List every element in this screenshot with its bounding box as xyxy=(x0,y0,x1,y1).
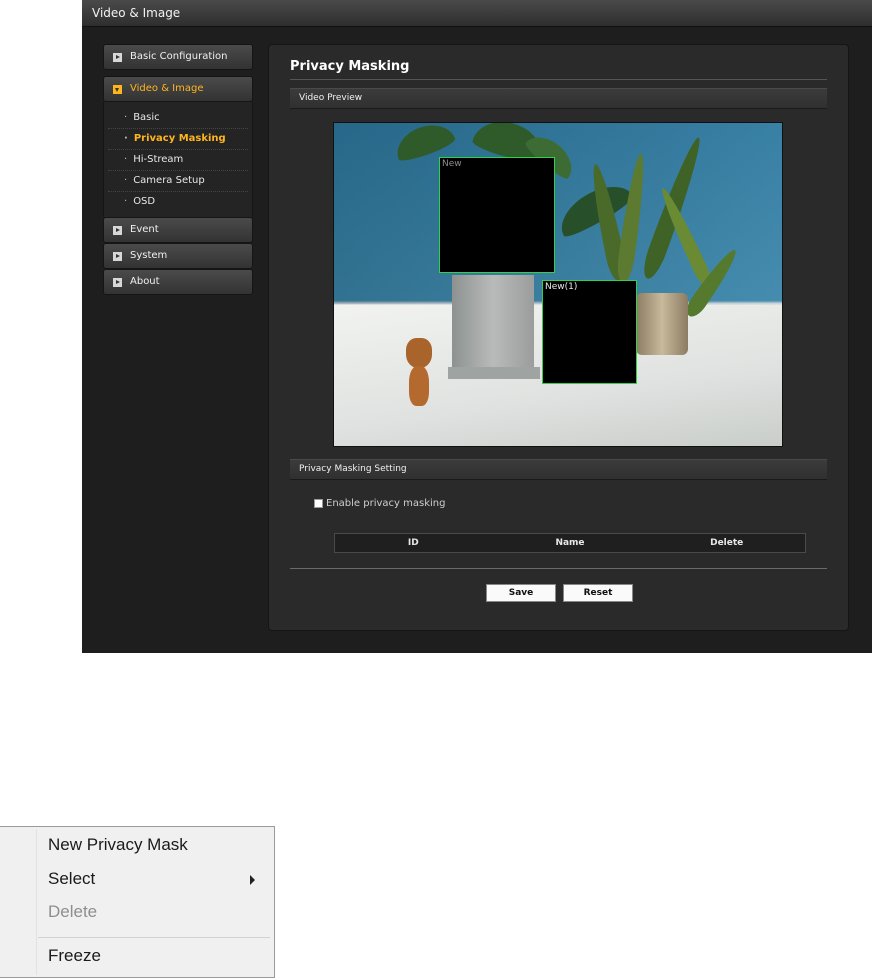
expand-icon xyxy=(113,278,122,287)
enable-privacy-masking-checkbox[interactable] xyxy=(314,499,323,508)
divider xyxy=(290,79,827,80)
subnav-privacy-masking[interactable]: · Privacy Masking xyxy=(108,129,248,150)
menu-item-select[interactable]: Select xyxy=(48,869,95,889)
plant-pot xyxy=(452,275,534,373)
mask-label: New(1) xyxy=(545,282,578,292)
column-header-name: Name xyxy=(555,538,585,548)
nav-event[interactable]: Event xyxy=(103,217,253,243)
video-preview[interactable]: New New(1) xyxy=(333,122,783,447)
nav-label: System xyxy=(130,250,168,261)
privacy-mask-region[interactable]: New xyxy=(439,157,555,273)
title-bar: Video & Image xyxy=(82,0,872,27)
menu-item-new-privacy-mask[interactable]: New Privacy Mask xyxy=(48,835,188,855)
mask-list-table: ID Name Delete xyxy=(334,533,806,553)
menu-item-delete: Delete xyxy=(48,902,98,921)
subnav-osd[interactable]: · OSD xyxy=(108,192,248,213)
enable-privacy-masking-row: Enable privacy masking xyxy=(314,498,445,509)
video-image-submenu: · Basic · Privacy Masking · Hi-Stream · Came… xyxy=(103,102,253,217)
privacy-masking-setting-header: Privacy Masking Setting xyxy=(290,459,827,480)
expand-icon xyxy=(113,226,122,235)
video-preview-header: Video Preview xyxy=(290,88,827,109)
nav-label: Event xyxy=(130,224,159,235)
enable-privacy-masking-label: Enable privacy masking xyxy=(326,498,446,509)
bullet-icon: · xyxy=(124,154,128,165)
context-menu: New Privacy Mask Select Delete Freeze xyxy=(0,826,275,978)
nav-system[interactable]: System xyxy=(103,243,253,269)
expand-icon xyxy=(113,53,122,62)
submenu-arrow-icon xyxy=(250,875,255,885)
app-window: Video & Image Basic Configuration Video … xyxy=(82,0,872,653)
menu-separator xyxy=(38,937,270,938)
divider xyxy=(290,568,827,569)
menu-item-freeze[interactable]: Freeze xyxy=(48,946,101,966)
bullet-icon: · xyxy=(124,133,128,144)
nav-label: Video & Image xyxy=(130,83,204,94)
nav-video-image[interactable]: Video & Image xyxy=(103,76,253,102)
figurine xyxy=(404,338,434,410)
bullet-icon: · xyxy=(124,112,128,123)
bullet-icon: · xyxy=(124,175,128,186)
collapse-icon xyxy=(113,85,122,94)
sidebar: Basic Configuration Video & Image · Basic… xyxy=(103,44,253,295)
column-header-delete: Delete xyxy=(710,538,744,548)
nav-basic-configuration[interactable]: Basic Configuration xyxy=(103,44,253,70)
nav-label: Basic Configuration xyxy=(130,51,228,62)
expand-icon xyxy=(113,252,122,261)
bullet-icon: · xyxy=(124,196,128,207)
page-title: Privacy Masking xyxy=(290,59,410,74)
subnav-basic[interactable]: · Basic xyxy=(108,108,248,129)
subnav-camera-setup[interactable]: · Camera Setup xyxy=(108,171,248,192)
column-header-id: ID xyxy=(407,538,419,548)
reset-button[interactable]: Reset xyxy=(563,584,633,602)
save-button[interactable]: Save xyxy=(486,584,556,602)
nav-label: About xyxy=(130,276,160,287)
privacy-mask-region[interactable]: New(1) xyxy=(542,280,637,384)
plant-pot xyxy=(636,293,688,355)
subnav-hi-stream[interactable]: · Hi-Stream xyxy=(108,150,248,171)
mask-label: New xyxy=(442,159,462,169)
content-panel: Privacy Masking Video Preview New New(1)… xyxy=(268,44,849,631)
window-title: Video & Image xyxy=(92,6,181,20)
nav-about[interactable]: About xyxy=(103,269,253,295)
